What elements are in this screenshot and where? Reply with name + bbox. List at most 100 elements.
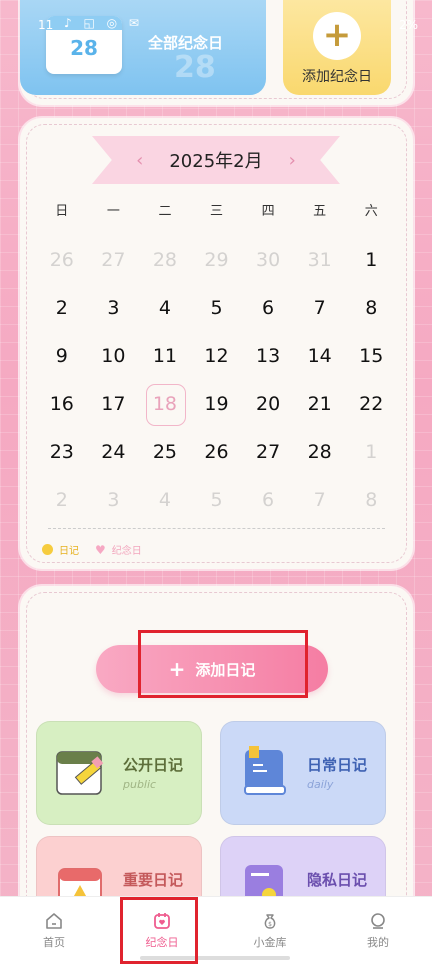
calendar-day[interactable]: 27 (88, 240, 140, 280)
calendar-day[interactable]: 3 (88, 480, 140, 520)
weekday-label: 四 (261, 204, 275, 219)
calendar-day[interactable]: 9 (36, 336, 88, 376)
calendar-day[interactable]: 16 (36, 384, 88, 424)
calendar-day[interactable]: 2 (36, 288, 88, 328)
calendar-day[interactable]: 5 (191, 480, 243, 520)
status-time: 11 (38, 18, 54, 32)
add-diary-button[interactable]: + 添加日记 (96, 645, 328, 693)
prev-month-button[interactable]: ‹ (136, 150, 143, 171)
public-diary-tile[interactable]: 公开日记 public (36, 721, 202, 825)
important-diary-title: 重要日记 (123, 871, 184, 889)
battery-text: 2% (398, 18, 418, 32)
calendar-day[interactable]: 7 (294, 480, 346, 520)
calendar-legend: 日记 ♥ 纪念日 (42, 542, 142, 557)
weekday-label: 三 (210, 204, 224, 219)
calendar-day[interactable]: 11 (139, 336, 191, 376)
calendar-day[interactable]: 25 (139, 432, 191, 472)
legend-diary-label: 日记 (59, 546, 79, 557)
public-diary-sub: public (123, 778, 157, 791)
calendar-day[interactable]: 19 (191, 384, 243, 424)
calendar-day[interactable]: 24 (88, 432, 140, 472)
nav-vault[interactable]: $ 小金库 (216, 897, 324, 964)
calendar-week: 16 17 18 19 20 21 22 (36, 384, 397, 426)
book-icon (244, 746, 286, 795)
weekday-label: 二 (158, 204, 172, 219)
legend-anniversary: ♥ 纪念日 (95, 542, 142, 558)
calendar-day[interactable]: 4 (139, 480, 191, 520)
calendar-day[interactable]: 23 (36, 432, 88, 472)
calendar-day[interactable]: 26 (36, 240, 88, 280)
calendar-day[interactable]: 15 (345, 336, 397, 376)
nav-home-label: 首页 (43, 935, 65, 949)
calendar-day[interactable]: 20 (242, 384, 294, 424)
profile-icon (371, 912, 385, 929)
calendar-day[interactable]: 13 (242, 336, 294, 376)
ghost-number: 28 (174, 50, 216, 85)
daily-diary-tile[interactable]: 日常日记 daily (220, 721, 386, 825)
nav-mine[interactable]: 我的 (324, 897, 432, 964)
calendar-day[interactable]: 1 (345, 240, 397, 280)
calendar-day[interactable]: 6 (242, 288, 294, 328)
calendar-day[interactable]: 21 (294, 384, 346, 424)
money-bag-icon: $ (264, 913, 276, 929)
calendar-week: 9 10 11 12 13 14 15 (36, 336, 397, 376)
nav-mine-label: 我的 (367, 935, 389, 949)
calendar-day[interactable]: 28 (294, 432, 346, 472)
calendar-day[interactable]: 2 (36, 480, 88, 520)
nav-anniversary[interactable]: 纪念日 (108, 897, 216, 964)
add-anniversary-label: 添加纪念日 (302, 69, 372, 85)
nav-home[interactable]: 首页 (0, 897, 108, 964)
calendar-day[interactable]: 12 (191, 336, 243, 376)
calendar-day[interactable]: 8 (345, 480, 397, 520)
calendar-day[interactable]: 10 (88, 336, 140, 376)
calendar-day[interactable]: 4 (139, 288, 191, 328)
weekday-label: 六 (364, 204, 378, 219)
calendar-card: ‹ 2025年2月 › 日 一 二 三 四 五 六 26 27 28 29 30… (20, 118, 413, 569)
calendar-day[interactable]: 26 (191, 432, 243, 472)
calendar-day[interactable]: 30 (242, 240, 294, 280)
calendar-day[interactable]: 17 (88, 384, 140, 424)
nav-anniversary-label: 纪念日 (145, 935, 179, 949)
daily-diary-sub: daily (307, 778, 334, 791)
calendar-divider (48, 528, 385, 529)
public-diary-title: 公开日记 (123, 756, 184, 774)
add-diary-label: 添加日记 (195, 660, 256, 679)
next-month-button[interactable]: › (289, 150, 296, 171)
calendar-week: 23 24 25 26 27 28 1 (36, 432, 397, 472)
calendar-day[interactable]: 14 (294, 336, 346, 376)
weekday-label: 日 (55, 204, 69, 219)
daily-diary-title: 日常日记 (307, 756, 368, 774)
calendar-day[interactable]: 6 (242, 480, 294, 520)
calendar-day-today[interactable]: 18 (139, 384, 191, 426)
nav-vault-label: 小金库 (253, 935, 287, 949)
weekday-header: 日 一 二 三 四 五 六 (36, 200, 397, 219)
calendar-week: 2 3 4 5 6 7 8 (36, 480, 397, 520)
weekday-label: 五 (313, 204, 327, 219)
calendar-day[interactable]: 31 (294, 240, 346, 280)
status-bar: 11 ♪ ◱ ◎ ✉ 2% (0, 0, 432, 52)
calendar-day[interactable]: 7 (294, 288, 346, 328)
notebook-pencil-icon (56, 751, 104, 795)
calendar-day[interactable]: 1 (345, 432, 397, 472)
month-title: 2025年2月 (169, 151, 263, 172)
home-icon (46, 912, 62, 929)
calendar-day[interactable]: 29 (191, 240, 243, 280)
legend-diary: 日记 (42, 542, 79, 557)
calendar-week: 26 27 28 29 30 31 1 (36, 240, 397, 280)
bottom-nav: 首页 纪念日 $ 小金库 我的 (0, 896, 432, 964)
status-icons: ♪ ◱ ◎ ✉ (64, 16, 143, 30)
weekday-label: 一 (106, 204, 120, 219)
calendar-day[interactable]: 27 (242, 432, 294, 472)
svg-text:$: $ (268, 921, 272, 928)
home-indicator (140, 956, 290, 960)
heart-icon: ♥ (95, 542, 106, 557)
legend-anniversary-label: 纪念日 (111, 546, 142, 557)
calendar-day[interactable]: 5 (191, 288, 243, 328)
private-diary-title: 隐私日记 (307, 871, 368, 889)
calendar-day[interactable]: 22 (345, 384, 397, 424)
yellow-dot-icon (42, 544, 53, 555)
calendar-day[interactable]: 3 (88, 288, 140, 328)
calendar-day[interactable]: 28 (139, 240, 191, 280)
calendar-day[interactable]: 8 (345, 288, 397, 328)
plus-icon: + (168, 657, 186, 681)
